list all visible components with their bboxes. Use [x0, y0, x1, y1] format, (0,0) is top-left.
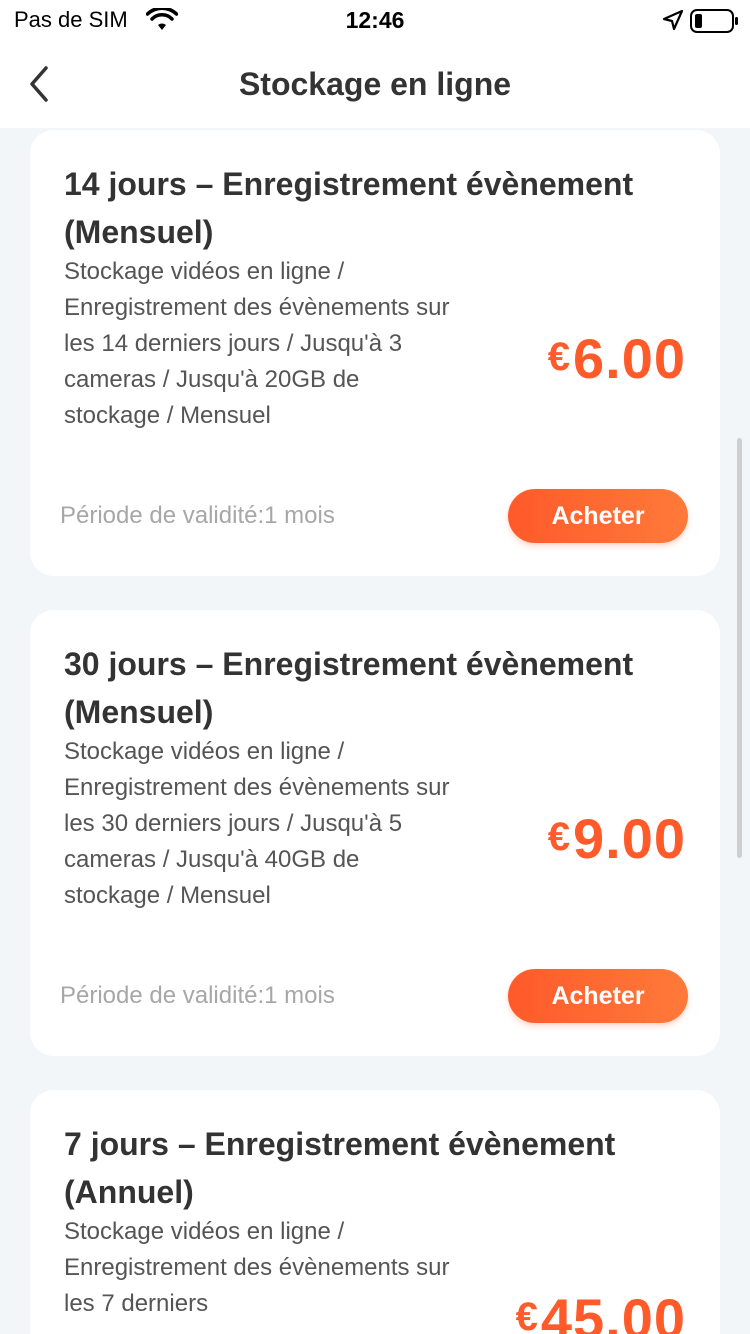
page-title: Stockage en ligne	[238, 66, 512, 102]
plan-price: €45.00	[516, 1286, 686, 1334]
battery-icon	[690, 9, 740, 38]
plans-list[interactable]: 14 jours – Enregistrement évènement (Men…	[0, 128, 750, 1334]
plan-description: Stockage vidéos en ligne / Enregistremen…	[64, 1218, 450, 1317]
scrollbar[interactable]	[737, 438, 742, 858]
plan-title: 30 jours – Enregistrement évènement (Men…	[64, 646, 634, 730]
plan-price: €9.00	[548, 806, 686, 871]
currency-symbol: €	[515, 1295, 539, 1334]
price-value: 45.00	[540, 1287, 686, 1334]
plan-title: 14 jours – Enregistrement évènement (Men…	[64, 166, 634, 250]
validity-period: Période de validité:1 mois	[60, 982, 335, 1009]
buy-button[interactable]: Acheter	[508, 969, 688, 1023]
price-value: 9.00	[573, 807, 686, 870]
currency-symbol: €	[547, 335, 571, 379]
price-value: 6.00	[573, 327, 686, 390]
plan-card: 7 jours – Enregistrement évènement (Annu…	[30, 1090, 720, 1334]
plan-card: 30 jours – Enregistrement évènement (Men…	[30, 610, 720, 1056]
clock: 12:46	[345, 7, 405, 33]
status-bar: Pas de SIM 12:46	[0, 0, 750, 42]
plan-card: 14 jours – Enregistrement évènement (Men…	[30, 130, 720, 576]
validity-period: Période de validité:1 mois	[60, 502, 335, 529]
location-arrow-icon	[662, 9, 684, 36]
plan-price: €6.00	[548, 326, 686, 391]
plan-title: 7 jours – Enregistrement évènement (Annu…	[64, 1126, 616, 1210]
plan-description: Stockage vidéos en ligne / Enregistremen…	[64, 738, 450, 909]
plan-description: Stockage vidéos en ligne / Enregistremen…	[64, 258, 450, 429]
nav-bar: Stockage en ligne	[0, 42, 750, 128]
currency-symbol: €	[547, 815, 571, 859]
buy-button[interactable]: Acheter	[508, 489, 688, 543]
